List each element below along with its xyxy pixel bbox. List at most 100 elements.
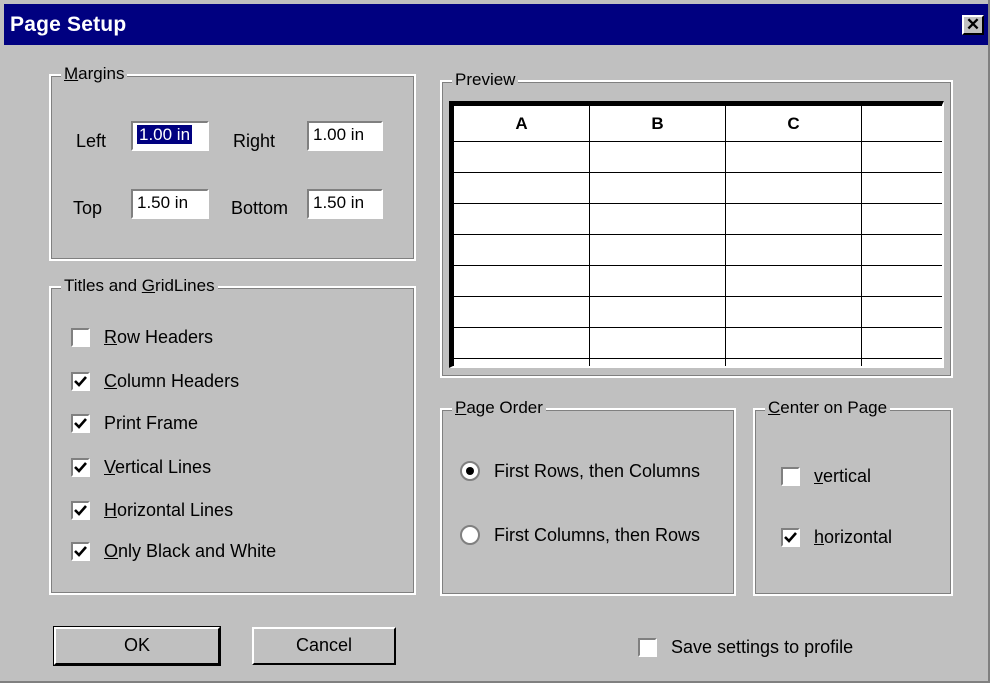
margins-mnemonic: M bbox=[64, 64, 79, 83]
bottom-margin-input[interactable]: 1.50 in bbox=[307, 189, 383, 219]
top-margin-input[interactable]: 1.50 in bbox=[131, 189, 209, 219]
check-icon bbox=[74, 375, 87, 387]
page-order-label-rest: age Order bbox=[466, 398, 543, 417]
preview-row bbox=[453, 172, 942, 204]
checkbox-label: vertical bbox=[814, 466, 871, 487]
radio-label: First Columns, then Rows bbox=[494, 524, 701, 545]
page-order-label: Page Order bbox=[452, 398, 546, 418]
preview-header-row: A B C D bbox=[453, 105, 942, 142]
preview-row bbox=[453, 234, 942, 266]
column-headers-rest: olumn Headers bbox=[117, 370, 240, 391]
horizontal-rest: orizontal bbox=[824, 526, 893, 547]
check-icon bbox=[74, 504, 87, 516]
save-profile-label: Save settings to profile bbox=[671, 636, 854, 657]
preview-row bbox=[453, 358, 942, 366]
titles-gridlines-label-end: ridLines bbox=[155, 276, 215, 295]
gridlines-mnemonic: G bbox=[141, 276, 156, 295]
check-icon bbox=[74, 461, 87, 473]
page-order-mnemonic: P bbox=[455, 398, 467, 417]
checkbox-label: Horizontal Lines bbox=[104, 500, 233, 521]
radio-button[interactable] bbox=[460, 525, 480, 545]
rows-then-columns-radio[interactable]: First Rows, then Columns bbox=[460, 458, 700, 484]
checkbox-box[interactable] bbox=[71, 457, 90, 477]
preview-row bbox=[453, 265, 942, 297]
preview-row bbox=[453, 141, 942, 173]
center-vertical-checkbox[interactable]: vertical bbox=[781, 463, 871, 489]
check-icon bbox=[74, 417, 87, 429]
vertical-rest: ertical bbox=[823, 465, 872, 486]
mnemonic: V bbox=[104, 456, 116, 477]
mnemonic: R bbox=[104, 326, 117, 347]
black-white-rest: nly Black and White bbox=[118, 540, 277, 561]
column-headers-checkbox[interactable]: Column Headers bbox=[71, 368, 239, 394]
check-icon bbox=[74, 545, 87, 557]
mnemonic: H bbox=[104, 499, 117, 520]
bottom-label: Bottom bbox=[231, 198, 289, 218]
dialog-title: Page Setup bbox=[10, 13, 127, 36]
vertical-lines-rest: ertical Lines bbox=[115, 456, 212, 477]
checkbox-box[interactable] bbox=[71, 541, 90, 561]
titles-gridlines-label-start: Titles and bbox=[64, 276, 142, 295]
close-icon: ✕ bbox=[965, 15, 981, 34]
right-margin-input[interactable]: 1.00 in bbox=[307, 121, 383, 151]
row-headers-rest: ow Headers bbox=[117, 326, 214, 347]
checkbox-box[interactable] bbox=[71, 500, 90, 520]
top-label: Top bbox=[73, 198, 103, 218]
checkbox-label: Only Black and White bbox=[104, 541, 276, 562]
preview-row bbox=[453, 296, 942, 328]
mnemonic: h bbox=[814, 526, 825, 547]
left-label: Left bbox=[76, 131, 107, 151]
titles-gridlines-label: Titles and GridLines bbox=[61, 276, 218, 296]
checkbox-box[interactable] bbox=[781, 466, 800, 486]
save-profile-checkbox[interactable]: Save settings to profile bbox=[638, 634, 853, 660]
center-on-page-label: Center on Page bbox=[765, 398, 891, 418]
checkbox-label: Row Headers bbox=[104, 327, 213, 348]
right-margin-value: 1.00 in bbox=[313, 125, 365, 144]
bottom-margin-value: 1.50 in bbox=[313, 193, 365, 212]
mnemonic: v bbox=[814, 465, 823, 486]
preview-label: Preview bbox=[452, 70, 519, 90]
radio-button[interactable] bbox=[460, 461, 480, 481]
top-margin-value: 1.50 in bbox=[137, 193, 189, 212]
radio-label: First Rows, then Columns bbox=[494, 460, 701, 481]
horizontal-lines-rest: orizontal Lines bbox=[117, 499, 234, 520]
preview-column-header: C bbox=[725, 105, 862, 142]
checkbox-box[interactable] bbox=[71, 413, 90, 433]
row-headers-checkbox[interactable]: Row Headers bbox=[71, 324, 213, 350]
preview-column-header: B bbox=[589, 105, 726, 142]
margins-label-rest: argins bbox=[78, 64, 125, 83]
checkbox-label: Column Headers bbox=[104, 371, 239, 392]
left-margin-value: 1.00 in bbox=[137, 125, 193, 144]
vertical-lines-checkbox[interactable]: Vertical Lines bbox=[71, 454, 211, 480]
preview-grid: A B C D bbox=[453, 105, 942, 366]
checkbox-box[interactable] bbox=[71, 371, 90, 391]
checkbox-box[interactable] bbox=[781, 527, 800, 547]
cancel-button[interactable]: Cancel bbox=[252, 627, 396, 665]
horizontal-lines-checkbox[interactable]: Horizontal Lines bbox=[71, 497, 233, 523]
checkbox-box[interactable] bbox=[71, 327, 90, 347]
margins-group: Margins Left 1.00 in Right 1.00 in Top 1… bbox=[49, 64, 416, 261]
print-frame-checkbox[interactable]: Print Frame bbox=[71, 410, 198, 436]
checkbox-box[interactable] bbox=[638, 637, 657, 657]
preview-column-header: D bbox=[861, 105, 942, 142]
preview-row bbox=[453, 203, 942, 235]
titles-gridlines-group: Titles and GridLines Row Headers Column … bbox=[49, 276, 416, 595]
page-order-group: Page Order First Rows, then Columns Firs… bbox=[440, 398, 736, 596]
checkbox-label: horizontal bbox=[814, 527, 892, 548]
preview-sheet: A B C D bbox=[449, 101, 944, 368]
mnemonic: C bbox=[104, 370, 117, 391]
preview-row bbox=[453, 327, 942, 359]
center-on-page-group: Center on Page vertical horizontal bbox=[753, 398, 953, 596]
ok-button[interactable]: OK bbox=[53, 626, 221, 666]
center-mnemonic: C bbox=[768, 398, 781, 417]
black-white-checkbox[interactable]: Only Black and White bbox=[71, 538, 276, 564]
check-icon bbox=[784, 531, 797, 543]
close-button[interactable]: ✕ bbox=[962, 15, 984, 35]
columns-then-rows-radio[interactable]: First Columns, then Rows bbox=[460, 522, 700, 548]
checkbox-label: Vertical Lines bbox=[104, 457, 211, 478]
left-margin-input[interactable]: 1.00 in bbox=[131, 121, 209, 151]
margins-group-label: Margins bbox=[61, 64, 128, 84]
right-label: Right bbox=[233, 131, 276, 151]
center-horizontal-checkbox[interactable]: horizontal bbox=[781, 524, 892, 550]
checkbox-label: Print Frame bbox=[104, 412, 199, 433]
